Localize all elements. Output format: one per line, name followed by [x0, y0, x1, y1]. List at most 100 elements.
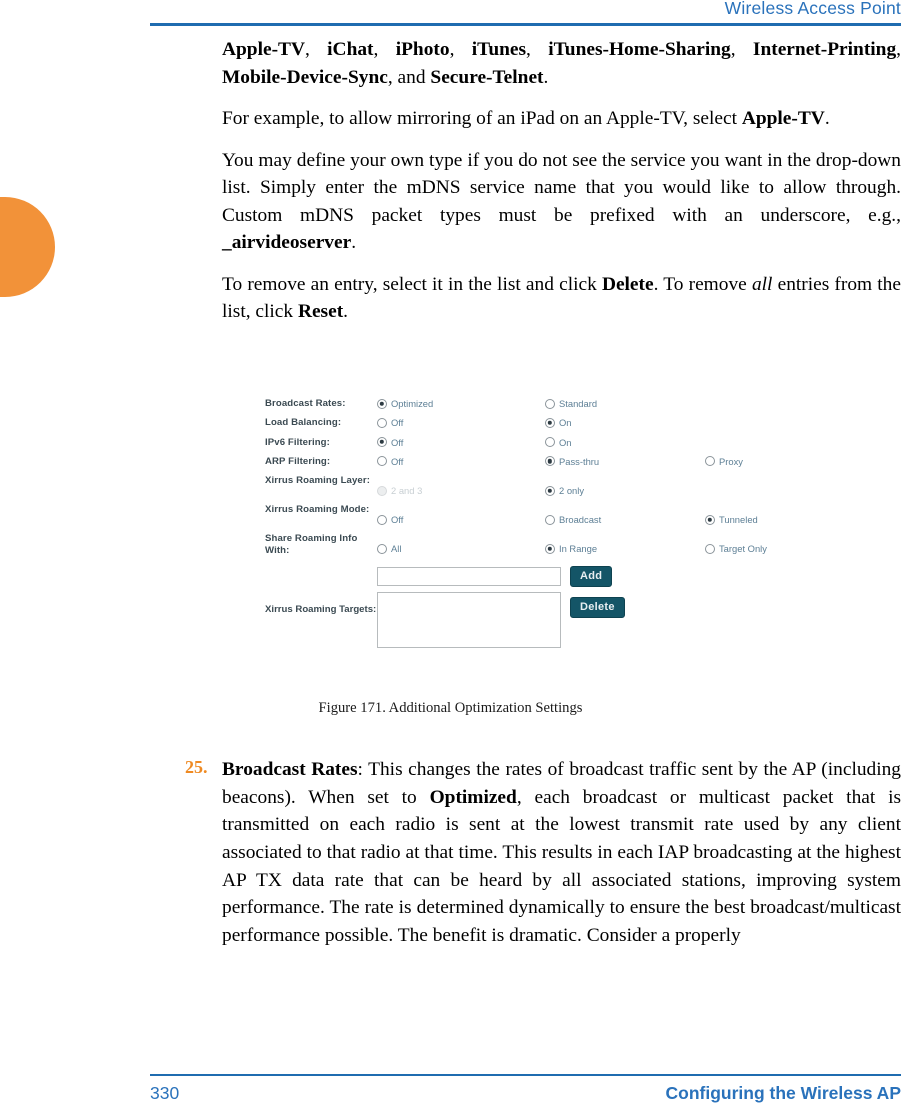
radio-button-icon[interactable]: [545, 485, 555, 496]
roaming-target-add-row: Add: [377, 565, 825, 587]
settings-row: Share Roaming Info With: All In Range Targe…: [265, 533, 825, 558]
add-button[interactable]: Add: [570, 565, 613, 587]
radio-option[interactable]: Off: [377, 417, 545, 428]
radio-button-icon[interactable]: [377, 514, 387, 525]
service-name-run-14: Secure-Telnet: [430, 66, 544, 88]
numbered-item-25: 25. Broadcast Rates: This changes the ra…: [185, 756, 901, 949]
radio-option[interactable]: Off: [377, 514, 545, 525]
service-name-run-5: ,: [449, 39, 472, 60]
service-name-run-6: iTunes: [471, 39, 527, 60]
roaming-targets-label: Xirrus Roaming Targets:: [265, 603, 377, 615]
roaming-target-input[interactable]: [377, 566, 561, 586]
radio-button-icon[interactable]: [377, 456, 387, 467]
radio-option-label: On: [559, 417, 572, 429]
radio-button-icon[interactable]: [545, 514, 555, 525]
setting-label: IPv6 Filtering:: [265, 436, 330, 448]
delete-button[interactable]: Delete: [570, 596, 625, 618]
body-text-column: Apple-TV, iChat, iPhoto, iTunes, iTunes-…: [222, 36, 901, 326]
radio-button-icon[interactable]: [545, 456, 555, 467]
radio-button-icon[interactable]: [545, 398, 555, 409]
radio-option[interactable]: Pass-thru: [545, 456, 705, 467]
radio-button-icon[interactable]: [377, 398, 387, 409]
header-divider: [150, 23, 901, 26]
radio-option-label: In Range: [559, 543, 598, 555]
radio-option-label: Off: [391, 514, 404, 526]
radio-option-label: All: [391, 543, 402, 555]
radio-option-label: Target Only: [719, 543, 767, 555]
radio-button-icon[interactable]: [377, 543, 387, 554]
radio-button-icon[interactable]: [705, 543, 715, 554]
list-item-text-b: , each broadcast or multicast packet tha…: [222, 786, 901, 946]
paragraph-remove-text-c: . To remove: [653, 273, 752, 295]
radio-button-icon[interactable]: [377, 417, 387, 428]
service-name-run-3: ,: [373, 39, 396, 60]
setting-options: All In Range Target Only: [377, 533, 845, 554]
paragraph-remove-all-italic: all: [751, 273, 773, 295]
service-name-run-8: iTunes-Home-Sharing: [548, 39, 731, 60]
service-name-run-0: Apple-TV: [222, 39, 305, 60]
service-name-run-13: , and: [387, 66, 431, 88]
footer-section-title: Configuring the Wireless AP: [665, 1083, 901, 1103]
radio-option[interactable]: Off: [377, 456, 545, 467]
list-item-number: 25.: [185, 757, 208, 777]
page-title: Wireless Access Point: [724, 0, 901, 18]
settings-row: IPv6 Filtering: Off On: [265, 437, 825, 449]
service-name-run-9: ,: [730, 39, 753, 60]
radio-option-label: On: [559, 436, 572, 448]
paragraph-service-list: Apple-TV, iChat, iPhoto, iTunes, iTunes-…: [222, 36, 901, 91]
paragraph-remove-entry: To remove an entry, select it in the lis…: [222, 271, 901, 326]
radio-option[interactable]: Proxy: [705, 456, 845, 467]
radio-button-icon[interactable]: [705, 514, 715, 525]
roaming-targets-fields: Add Delete: [377, 565, 825, 648]
radio-option[interactable]: Broadcast: [545, 514, 705, 525]
radio-option[interactable]: On: [545, 437, 705, 448]
radio-button-icon[interactable]: [545, 417, 555, 428]
radio-option[interactable]: Standard: [545, 398, 705, 409]
radio-button-icon[interactable]: [705, 456, 715, 467]
radio-option[interactable]: Off: [377, 437, 545, 448]
service-name-run-10: Internet-Printing: [752, 39, 897, 60]
radio-option[interactable]: In Range: [545, 543, 705, 554]
paragraph-remove-delete-bold: Delete: [601, 273, 654, 295]
list-item-term: Broadcast Rates: [222, 759, 358, 780]
setting-options: Off On: [377, 417, 825, 428]
service-name-run-1: ,: [304, 39, 328, 60]
radio-option[interactable]: 2 only: [545, 485, 705, 496]
setting-label: Broadcast Rates:: [265, 398, 346, 409]
settings-row: ARP Filtering: Off Pass-thru Proxy: [265, 456, 825, 468]
figure-caption: Figure 171. Additional Optimization Sett…: [318, 700, 583, 716]
roaming-targets-block: Xirrus Roaming Targets: Add Delete: [265, 565, 825, 648]
setting-label: Xirrus Roaming Mode:: [265, 504, 370, 516]
paragraph-example: For example, to allow mirroring of an iP…: [222, 105, 901, 133]
radio-option-label: Proxy: [719, 455, 743, 467]
radio-option-label: Off: [391, 455, 404, 467]
radio-button-icon[interactable]: [545, 543, 555, 554]
radio-option[interactable]: On: [545, 417, 705, 428]
radio-option-label: Broadcast: [559, 514, 602, 526]
paragraph-custom-type: You may define your own type if you do n…: [222, 147, 901, 257]
radio-option-label: Off: [391, 417, 404, 429]
figure-additional-optimization-settings: Broadcast Rates: Optimized Standard Load Ba…: [265, 398, 825, 648]
radio-option-label: Tunneled: [719, 514, 758, 526]
radio-option[interactable]: Target Only: [705, 543, 845, 554]
setting-label: Xirrus Roaming Layer:: [265, 475, 370, 487]
radio-option-label: 2 only: [559, 485, 585, 497]
footer-page-number: 330: [150, 1083, 180, 1103]
radio-option: 2 and 3: [377, 485, 545, 496]
setting-label: ARP Filtering:: [265, 455, 331, 467]
radio-button-icon: [377, 485, 387, 496]
paragraph-custom-type-text-a: You may define your own type if you do n…: [222, 149, 901, 226]
setting-options: Off Pass-thru Proxy: [377, 456, 845, 467]
radio-button-icon[interactable]: [377, 437, 387, 448]
radio-option[interactable]: Optimized: [377, 398, 545, 409]
service-name-run-4: iPhoto: [395, 39, 450, 60]
settings-row: Broadcast Rates: Optimized Standard: [265, 398, 825, 410]
radio-option[interactable]: Tunneled: [705, 514, 845, 525]
radio-option[interactable]: All: [377, 543, 545, 554]
settings-row: Xirrus Roaming Mode: Off Broadcast Tunneled: [265, 504, 825, 525]
radio-option-label: Off: [391, 436, 404, 448]
roaming-targets-listbox[interactable]: [377, 591, 561, 648]
chapter-thumb-tab: [0, 197, 55, 297]
running-header: Wireless Access Point: [150, 0, 901, 30]
radio-button-icon[interactable]: [545, 437, 555, 448]
